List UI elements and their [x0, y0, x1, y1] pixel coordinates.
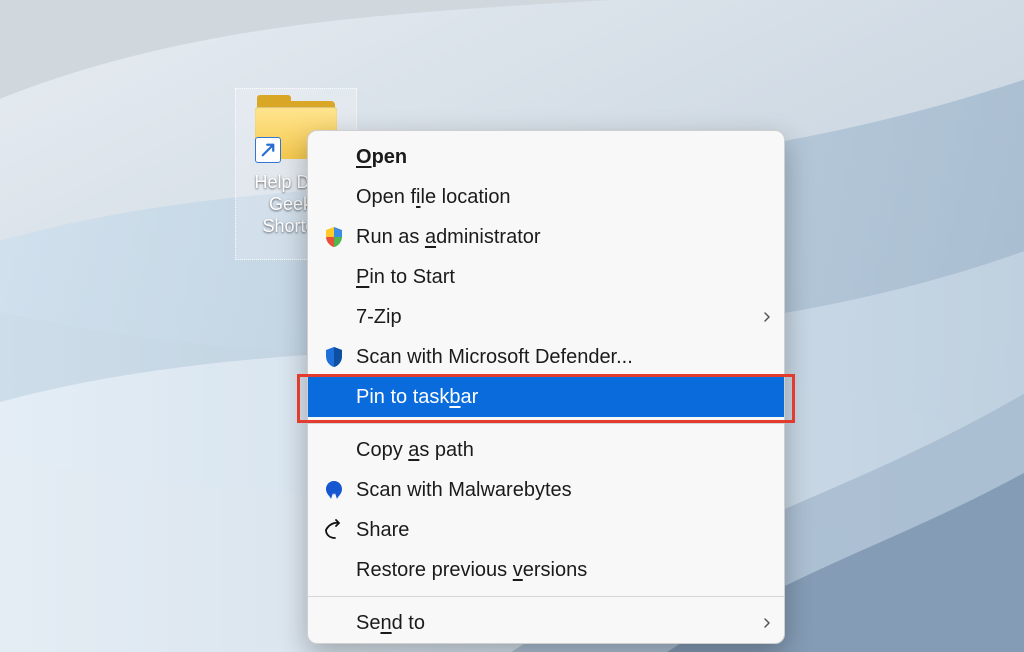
submenu-chevron-icon	[750, 311, 784, 323]
menu-item-copy-path[interactable]: Copy as path	[308, 430, 784, 470]
menu-item-open[interactable]: Open	[308, 137, 784, 177]
menu-item-share[interactable]: Share	[308, 510, 784, 550]
menu-item-label: Run as administrator	[356, 226, 750, 249]
defender-icon	[322, 345, 356, 369]
menu-item-label: Scan with Microsoft Defender...	[356, 346, 750, 369]
menu-item-defender[interactable]: Scan with Microsoft Defender...	[308, 337, 784, 377]
blank-icon	[322, 145, 356, 169]
menu-item-7zip[interactable]: 7-Zip	[308, 297, 784, 337]
blank-icon	[322, 305, 356, 329]
blank-icon	[322, 185, 356, 209]
shortcut-arrow-icon	[255, 137, 281, 163]
blank-icon	[322, 265, 356, 289]
menu-item-pin-start[interactable]: Pin to Start	[308, 257, 784, 297]
menu-item-pin-taskbar[interactable]: Pin to taskbar	[308, 377, 784, 417]
menu-item-label: Pin to taskbar	[356, 386, 750, 409]
menu-item-label: Share	[356, 519, 750, 542]
malware-icon	[322, 478, 356, 502]
menu-item-label: Restore previous versions	[356, 559, 750, 582]
shield-icon	[322, 225, 356, 249]
blank-icon	[322, 438, 356, 462]
menu-separator	[308, 596, 784, 597]
menu-item-label: Copy as path	[356, 439, 750, 462]
blank-icon	[322, 611, 356, 635]
menu-item-label: 7-Zip	[356, 306, 750, 329]
menu-item-malwarebytes[interactable]: Scan with Malwarebytes	[308, 470, 784, 510]
blank-icon	[322, 385, 356, 409]
menu-item-label: Open	[356, 146, 750, 169]
menu-item-run-admin[interactable]: Run as administrator	[308, 217, 784, 257]
menu-item-restore[interactable]: Restore previous versions	[308, 550, 784, 590]
context-menu: Open Open file location Run as administrat…	[307, 130, 785, 644]
blank-icon	[322, 558, 356, 582]
menu-item-label: Scan with Malwarebytes	[356, 479, 750, 502]
menu-item-open-loc[interactable]: Open file location	[308, 177, 784, 217]
menu-item-label: Open file location	[356, 186, 750, 209]
menu-item-label: Pin to Start	[356, 266, 750, 289]
menu-separator	[308, 423, 784, 424]
share-icon	[322, 518, 356, 542]
menu-item-label: Send to	[356, 612, 750, 635]
submenu-chevron-icon	[750, 617, 784, 629]
menu-item-send-to[interactable]: Send to	[308, 603, 784, 643]
